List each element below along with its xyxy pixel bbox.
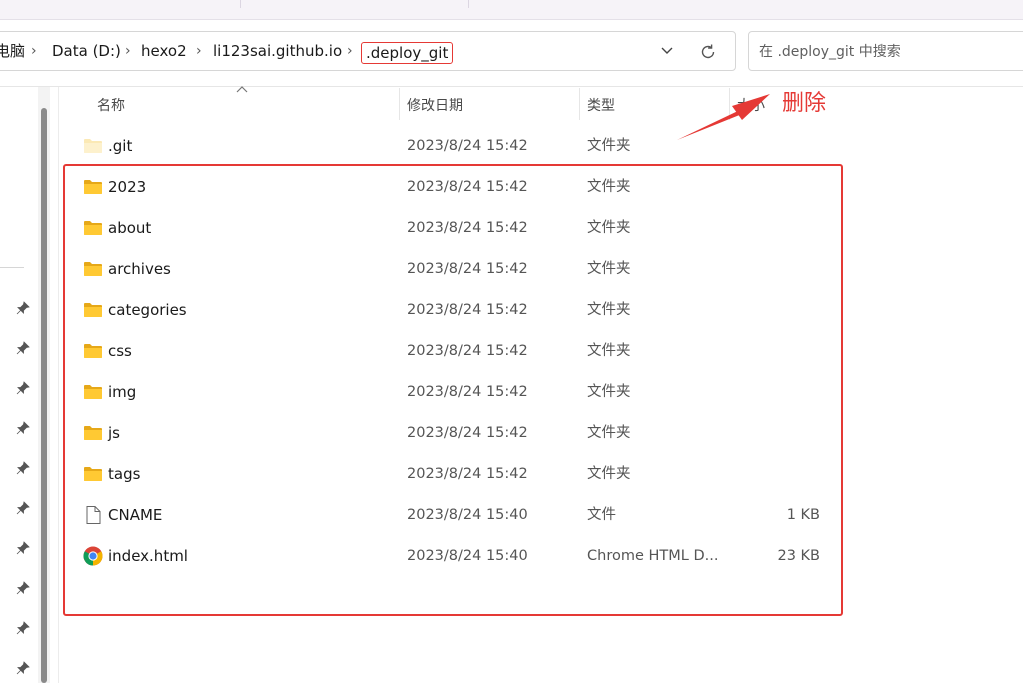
strip-divider — [468, 0, 469, 8]
breadcrumb-current[interactable]: .deploy_git — [361, 42, 454, 64]
breadcrumb-repo[interactable]: li123sai.github.io — [213, 32, 342, 70]
pane-divider[interactable] — [58, 87, 59, 683]
column-divider[interactable] — [579, 88, 580, 120]
title-strip — [0, 0, 1023, 20]
pin-icon[interactable] — [16, 581, 30, 595]
refresh-icon[interactable] — [698, 42, 718, 62]
column-header-row: 名称 修改日期 类型 大小 — [60, 86, 1020, 120]
chevron-right-icon[interactable]: › — [347, 32, 353, 70]
annotation-arrow-icon — [677, 94, 770, 140]
pin-icon[interactable] — [16, 381, 30, 395]
sort-ascending-icon — [236, 86, 248, 93]
search-input[interactable] — [757, 40, 1021, 64]
annotation-highlight-box — [63, 164, 843, 616]
column-header-date[interactable]: 修改日期 — [407, 95, 463, 115]
chevron-right-icon[interactable]: › — [196, 32, 202, 70]
file-type: 文件夹 — [587, 138, 631, 154]
pin-icon[interactable] — [16, 661, 30, 675]
pin-icon[interactable] — [16, 461, 30, 475]
pin-icon[interactable] — [16, 421, 30, 435]
search-box[interactable] — [748, 31, 1023, 71]
pin-icon[interactable] — [16, 541, 30, 555]
nav-divider — [0, 267, 24, 268]
address-bar[interactable]: 电脑 › Data (D:) › hexo2 › li123sai.github… — [0, 31, 736, 71]
column-divider[interactable] — [399, 88, 400, 120]
pin-icon[interactable] — [16, 341, 30, 355]
breadcrumb-data-drive[interactable]: Data (D:) — [52, 32, 121, 70]
column-header-name[interactable]: 名称 — [97, 95, 125, 115]
column-header-type[interactable]: 类型 — [587, 95, 615, 115]
address-bar-row: 电脑 › Data (D:) › hexo2 › li123sai.github… — [0, 20, 1023, 87]
annotation-text: 删除 — [782, 91, 827, 116]
breadcrumb-hexo2[interactable]: hexo2 — [141, 32, 187, 70]
strip-divider — [240, 0, 241, 8]
breadcrumb-this-pc[interactable]: 电脑 — [0, 32, 25, 70]
chevron-right-icon[interactable]: › — [31, 32, 37, 70]
nav-scrollbar-thumb[interactable] — [41, 108, 47, 683]
folder-light-icon — [84, 139, 102, 153]
chevron-right-icon[interactable]: › — [125, 32, 131, 70]
chevron-down-icon[interactable] — [659, 43, 675, 59]
pin-icon[interactable] — [16, 301, 30, 315]
pin-icon[interactable] — [16, 501, 30, 515]
pin-icon[interactable] — [16, 621, 30, 635]
file-name: .git — [108, 137, 133, 155]
file-date: 2023/8/24 15:42 — [407, 138, 528, 154]
